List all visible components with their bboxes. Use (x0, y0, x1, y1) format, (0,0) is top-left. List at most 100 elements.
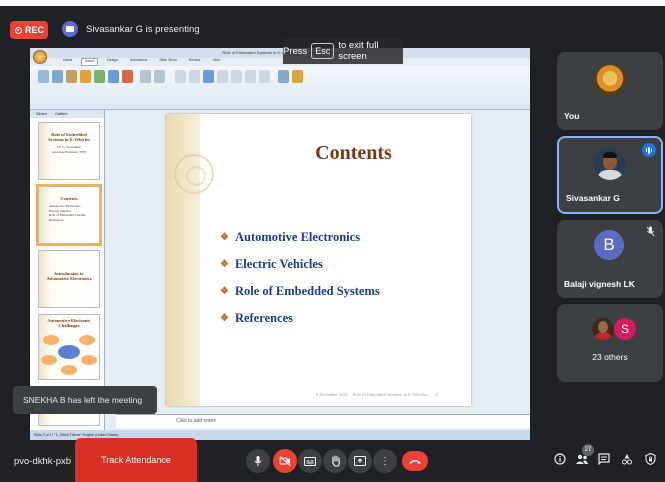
shared-screen: Role of Embedded Systems in E-Vehicles -… (30, 48, 530, 440)
left-meeting-toast: SNEKHA B has left the meeting (13, 386, 157, 414)
panel-tabs: Slides Outline (30, 110, 104, 118)
camera-button[interactable] (273, 449, 297, 473)
footer-page: 2 (435, 392, 438, 397)
bullet-item: ❖ Role of Embedded Systems (220, 278, 380, 305)
hang-up-icon (409, 459, 421, 464)
tab-outline[interactable]: Outline (55, 110, 68, 118)
more-options-button[interactable]: ⋮ (373, 449, 397, 473)
chat-button[interactable] (598, 453, 610, 468)
slide-thumbnail[interactable]: Role of Embedded Systems in E-Vehicles D… (38, 122, 100, 180)
photo-album-icon (80, 70, 91, 83)
more-vert-icon: ⋮ (380, 455, 390, 467)
slides-panel: Slides Outline Role of Embedded Systems … (30, 110, 105, 432)
avatar (594, 148, 626, 180)
participant-tile-balaji[interactable]: B Balaji vignesh LK (557, 220, 663, 298)
captions-button[interactable] (298, 449, 322, 473)
bullet-item: ❖ Automotive Electronics (220, 224, 380, 251)
footer-title: Role of Embedded Systems in E-Vehicles (352, 392, 428, 397)
participant-tile-sivasankar[interactable]: Sivasankar G (557, 136, 663, 214)
textbox-icon (175, 70, 186, 83)
meeting-details-button[interactable] (554, 453, 566, 468)
avatar: B (594, 230, 624, 260)
diamond-bullet-icon: ❖ (220, 286, 229, 297)
raise-hand-button[interactable] (323, 449, 347, 473)
bullet-text: References (234, 311, 294, 325)
mic-button[interactable] (246, 449, 270, 473)
slide-ring-decoration (186, 166, 206, 186)
presenter-status: Sivasankar G is presenting (86, 24, 200, 35)
people-button[interactable] (575, 453, 589, 468)
participant-tile-you[interactable]: You (557, 52, 663, 130)
bullet-text: Electric Vehicles (234, 257, 323, 271)
top-strip (0, 0, 665, 6)
avatar: S (614, 318, 636, 340)
shield-lock-icon (645, 452, 656, 466)
current-slide[interactable]: Contents ❖ Automotive Electronics ❖ Electr… (166, 114, 471, 406)
date-time-icon (217, 70, 228, 83)
slide-bullets: ❖ Automotive Electronics ❖ Electric Vehicl… (220, 224, 380, 332)
activities-icon (622, 454, 632, 465)
end-call-button[interactable] (402, 451, 428, 471)
present-button[interactable] (348, 449, 372, 473)
record-icon (15, 26, 22, 34)
ribbon-tab: Home (63, 58, 73, 62)
ribbon-tab: Slide Show (159, 58, 177, 62)
chart-icon (122, 70, 133, 83)
others-count: 23 others (592, 352, 628, 362)
slide-number-icon (231, 70, 242, 83)
mindmap-diagram-icon (41, 335, 97, 375)
smartart-icon (108, 70, 119, 83)
notes-pane[interactable]: Click to add notes (116, 414, 530, 428)
bullet-text: Role of Embedded Systems (234, 284, 380, 298)
bullet-item: ❖ Electric Vehicles (220, 251, 380, 278)
participant-tile-others[interactable]: S 23 others (557, 304, 663, 382)
thumbnail-text: Associate Professor / EEE (51, 149, 87, 154)
bullet-item: ❖ References (220, 305, 380, 332)
diamond-bullet-icon: ❖ (220, 232, 229, 243)
host-controls-button[interactable] (645, 452, 656, 468)
tab-slides[interactable]: Slides (36, 110, 47, 118)
recording-badge: REC (10, 21, 48, 39)
avatar (592, 318, 614, 340)
avatar (594, 64, 626, 96)
thumbnail-title: Contents (60, 196, 78, 201)
ribbon-tab: Design (107, 58, 119, 62)
slide-footer: 8 December 2021 Role of Embedded Systems… (316, 392, 438, 397)
thumbnail-title: Automotive Electronic Challenges (47, 318, 91, 328)
activities-button[interactable] (621, 453, 633, 468)
present-screen-icon (354, 456, 366, 466)
mic-icon (254, 456, 262, 466)
speaking-indicator-icon (642, 143, 656, 157)
symbol-icon (245, 70, 256, 83)
participant-name: You (564, 111, 580, 121)
hand-icon (331, 455, 340, 467)
diamond-bullet-icon: ❖ (220, 313, 229, 324)
captions-icon (304, 456, 316, 466)
presentation-icon (62, 21, 78, 37)
bullet-text: Automotive Electronics (234, 230, 361, 244)
mic-off-icon (646, 226, 655, 240)
people-icon (576, 454, 588, 464)
slide-thumbnail[interactable]: Introduction to Automotive Electronics (38, 250, 100, 308)
ppt-title-bar: Role of Embedded Systems in E-Vehicles -… (30, 48, 530, 58)
shapes-icon (94, 70, 105, 83)
ribbon-tab: Review (188, 58, 201, 62)
fullscreen-hint: Press Esc to exit full screen (283, 38, 403, 64)
hint-press: Press (283, 45, 308, 57)
header-footer-icon (189, 70, 200, 83)
participant-name: Balaji vignesh LK (564, 279, 635, 289)
slide-thumbnail[interactable]: Automotive Electronic Challenges (38, 314, 100, 380)
rec-label: REC (25, 25, 45, 35)
slide-title: Contents (315, 142, 392, 164)
track-attendance-button[interactable]: Track Attendance (75, 438, 197, 482)
meeting-code: pvo-dkhk-pxb (14, 456, 72, 467)
esc-key: Esc (311, 43, 335, 59)
hyperlink-icon (140, 70, 151, 83)
sound-icon (292, 70, 303, 83)
participant-name: Sivasankar G (566, 193, 620, 203)
ribbon-tab: Insert (81, 58, 99, 66)
diamond-bullet-icon: ❖ (220, 259, 229, 270)
ribbon-tab: View (212, 58, 220, 62)
table-icon (38, 70, 49, 83)
slide-thumbnail-selected[interactable]: Contents Automotive Electronics Electric… (36, 184, 102, 246)
